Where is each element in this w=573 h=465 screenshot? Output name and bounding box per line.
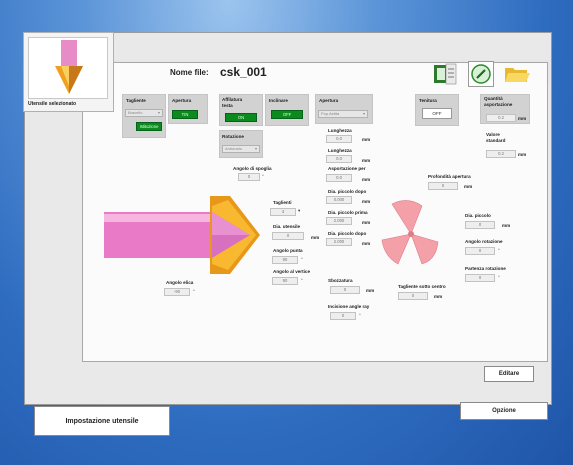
angolo-vertice-input[interactable]: 90: [272, 277, 298, 285]
tagliente-select[interactable]: Bravello ▾: [125, 109, 163, 117]
profondita-label: Profondità apertura: [428, 174, 471, 179]
dia-piccolo-prima-input[interactable]: 2.000: [326, 217, 352, 225]
lunghezza-2-label: Lunghezza: [328, 148, 352, 153]
angolo-elica-input[interactable]: -90: [164, 288, 190, 296]
tagliente-label: Tagliente: [126, 98, 146, 103]
dia-piccolo-unit: mm: [502, 223, 511, 228]
taglienti-label: Taglienti: [273, 200, 292, 205]
edit-pencil-icon[interactable]: [468, 61, 494, 87]
angolo-punta-degree: °: [301, 257, 303, 262]
lunghezza-2-unit: mm: [362, 158, 371, 163]
apertura-small-green-button[interactable]: TIN: [172, 110, 198, 119]
profondita-input[interactable]: 0: [428, 182, 458, 190]
dia-utensile-label: Dia. utensile: [273, 224, 301, 229]
selected-tool-label: Utensile selezionato: [28, 101, 77, 107]
taglienti-chevron[interactable]: ▾: [298, 208, 300, 214]
partenza-rotazione-input[interactable]: 0: [465, 274, 495, 282]
selected-tool-card[interactable]: Utensile selezionato: [23, 32, 114, 112]
tool-thumbnail: [28, 37, 108, 99]
asportazione-input[interactable]: 0.0: [326, 174, 352, 182]
angolo-spoglia-label: Angolo di spoglia: [233, 166, 272, 171]
rotazione-label: Rotazione: [222, 134, 244, 139]
editare-button[interactable]: Editare: [484, 366, 534, 382]
dia-piccolo-dopo-unit: mm: [362, 199, 371, 204]
file-name-label: Nome file:: [170, 68, 209, 77]
tagliente-sotto-label: Tagliente sotto centro: [398, 284, 446, 289]
apertura-label: Apertura: [319, 98, 339, 103]
angolo-rotazione-label: Angolo rotazione: [465, 239, 503, 244]
apertura-small-label: Apertura: [172, 98, 192, 103]
chevron-down-icon: ▾: [157, 110, 160, 115]
folder-open-icon[interactable]: [503, 62, 531, 86]
taglienti-input[interactable]: 3: [270, 208, 296, 216]
chevron-down-icon: ▾: [254, 146, 257, 151]
profondita-unit: mm: [464, 184, 473, 189]
incisione-degree: °: [359, 313, 361, 318]
partenza-rotazione-degree: °: [498, 275, 500, 280]
dia-piccolo-dopo-2-label: Dia. piccolo dopo: [328, 231, 367, 236]
lunghezza-1-label: Lunghezza: [328, 128, 352, 133]
incisione-input[interactable]: 0: [330, 312, 356, 320]
tenitura-value[interactable]: OFF: [422, 108, 452, 119]
dia-piccolo-dopo-2-unit: mm: [362, 241, 371, 246]
valore-standard-unit: mm: [518, 152, 527, 157]
tagliente-sotto-unit: mm: [434, 294, 443, 299]
worksheet-icon[interactable]: [432, 62, 458, 86]
countersink-icon: [55, 40, 83, 94]
angolo-rotazione-degree: °: [498, 248, 500, 253]
file-name-value: csk_001: [220, 65, 267, 79]
lunghezza-2-input[interactable]: 0.0: [326, 155, 352, 163]
quantita-unit: mm: [518, 116, 527, 121]
angolo-spoglia-input[interactable]: 0: [238, 173, 260, 181]
chevron-down-icon: ▾: [362, 111, 365, 116]
asportazione-label: Asportazione per: [328, 166, 366, 171]
angolo-vertice-label: Angolo al vertice: [273, 269, 311, 274]
valore-standard-input[interactable]: 0.2: [486, 150, 516, 158]
angolo-elica-label: Angolo elica: [166, 280, 194, 285]
angolo-rotazione-input[interactable]: 0: [465, 247, 495, 255]
sbozzatura-label: Sbozzatura: [328, 278, 353, 283]
inclinare-label: Inclinare: [269, 98, 288, 103]
cutting-edge-fan-drawing: [381, 200, 439, 265]
partenza-rotazione-label: Partenza rotazione: [465, 266, 506, 271]
lunghezza-1-input[interactable]: 0.0: [326, 135, 352, 143]
apertura-select[interactable]: Pop Aetita ▾: [318, 110, 368, 118]
dia-piccolo-dopo-2-input[interactable]: 2.000: [326, 238, 352, 246]
impostazione-utensile-button[interactable]: Impostazione utensile: [34, 406, 170, 436]
dia-piccolo-prima-unit: mm: [362, 220, 371, 225]
affilatura-green-button[interactable]: ON: [225, 113, 257, 122]
lunghezza-1-unit: mm: [362, 137, 371, 142]
quantita-input[interactable]: 0.2: [486, 114, 516, 122]
quantita-label: Quantità asportazione: [484, 96, 513, 107]
dia-piccolo-input[interactable]: 0: [465, 221, 495, 229]
affilatura-label: Affilatura testa: [222, 97, 243, 108]
valore-standard-label: Valore standard: [486, 132, 506, 143]
dia-piccolo-dopo-input[interactable]: 0.000: [326, 196, 352, 204]
tenitura-label: Tenitura: [419, 98, 437, 103]
rotazione-select-value: Antiorario: [225, 146, 243, 151]
rotazione-select[interactable]: Antiorario ▾: [222, 145, 260, 153]
angolo-spoglia-degree: °: [262, 174, 264, 179]
incisione-label: Incisione angle ray: [328, 304, 370, 309]
tagliente-select-value: Bravello: [128, 110, 143, 115]
tagliente-green-button[interactable]: Istituzione: [136, 122, 162, 131]
opzione-button[interactable]: Opzione: [460, 402, 548, 420]
angolo-punta-input[interactable]: 90: [272, 256, 298, 264]
dia-piccolo-prima-label: Dia. piccolo prima: [328, 210, 368, 215]
angolo-punta-label: Angolo punta: [273, 248, 303, 253]
asportazione-unit: mm: [362, 177, 371, 182]
countersink-drawing: [104, 196, 260, 274]
tagliente-sotto-input[interactable]: 0: [398, 292, 428, 300]
sbozzatura-input[interactable]: 0: [330, 286, 360, 294]
sbozzatura-unit: mm: [366, 288, 375, 293]
apertura-select-value: Pop Aetita: [321, 111, 340, 116]
dia-utensile-unit: mm: [311, 235, 320, 240]
inclinare-green-button[interactable]: OFF: [271, 110, 303, 119]
angolo-elica-degree: °: [193, 289, 195, 294]
dia-piccolo-label: Dia. piccolo: [465, 213, 491, 218]
dia-utensile-input[interactable]: 0: [272, 232, 304, 240]
dia-piccolo-dopo-label: Dia. piccolo dopo: [328, 189, 367, 194]
angolo-vertice-degree: °: [301, 278, 303, 283]
